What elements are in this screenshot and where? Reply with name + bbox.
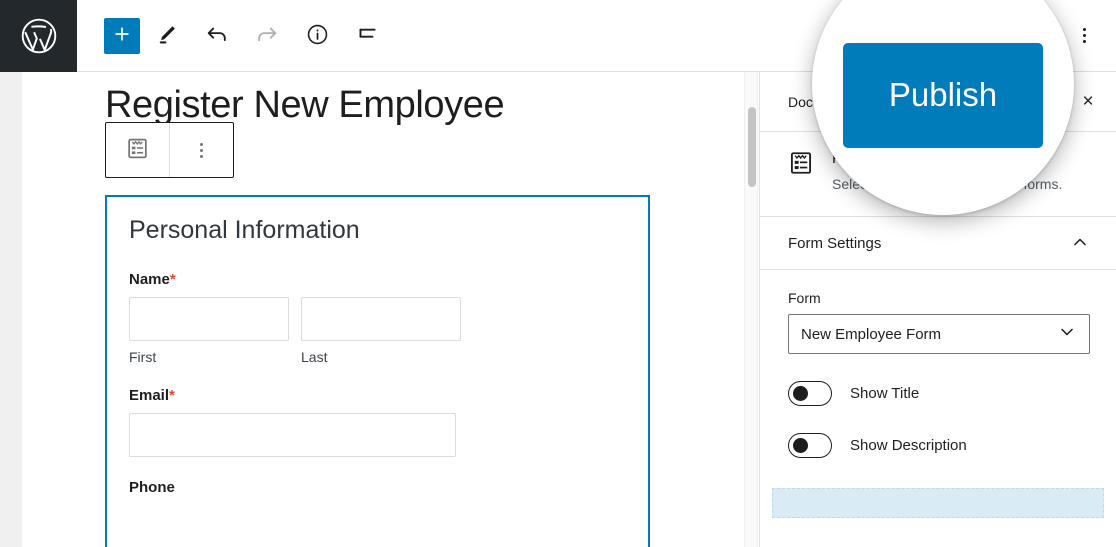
first-name-sublabel: First [129, 349, 157, 365]
form-field-email: Email* [129, 387, 626, 457]
form-block-icon [788, 150, 814, 194]
form-block-selected[interactable]: Personal Information Name* First Last Em… [105, 195, 650, 547]
last-name-sublabel: Last [301, 349, 328, 365]
undo-button[interactable] [194, 13, 240, 59]
form-select-label: Form [788, 290, 821, 307]
info-circle-icon [305, 22, 330, 50]
vertical-ellipsis-icon [200, 142, 203, 158]
more-options-button[interactable] [1066, 18, 1102, 54]
edit-mode-button[interactable] [144, 13, 190, 59]
chevron-down-icon [1057, 322, 1077, 347]
show-title-label: Show Title [850, 385, 920, 403]
name-first-group: First [129, 297, 289, 365]
form-field-name: Name* First Last [129, 271, 626, 365]
form-select[interactable]: New Employee Form [788, 314, 1090, 355]
editor-canvas: Register New Employee Personal Informati… [22, 72, 744, 547]
wordpress-block-editor: Save draft Publish Register New Employee [0, 0, 1116, 547]
last-name-input[interactable] [301, 297, 461, 341]
required-marker: * [169, 271, 176, 288]
show-description-row: Show Description [788, 433, 1090, 459]
block-options-button[interactable] [170, 123, 233, 177]
magnified-publish-button[interactable]: Publish [843, 42, 1043, 148]
list-view-button[interactable] [344, 13, 390, 59]
name-subfields-row: First Last [129, 297, 626, 365]
form-select-value: New Employee Form [801, 325, 942, 343]
redo-button[interactable] [244, 13, 290, 59]
wordpress-logo-icon [20, 17, 58, 55]
field-label: Name* [129, 271, 626, 288]
vertical-ellipsis-icon [1082, 34, 1086, 37]
show-title-row: Show Title [788, 381, 1090, 407]
vertical-ellipsis-icon [1082, 28, 1086, 31]
form-heading: Personal Information [129, 216, 360, 244]
form-block-icon [125, 136, 150, 164]
field-label-text: Phone [129, 479, 175, 496]
form-field-phone: Phone [129, 479, 626, 496]
show-title-toggle[interactable] [788, 381, 832, 407]
toggle-knob [793, 437, 808, 453]
form-settings-title: Form Settings [788, 234, 882, 252]
block-type-button[interactable] [106, 123, 169, 177]
vertical-ellipsis-icon [1082, 40, 1086, 43]
first-name-input[interactable] [129, 297, 289, 341]
required-marker: * [169, 387, 175, 404]
form-settings-body: Form New Employee Form Show Title Show D… [760, 270, 1116, 459]
field-label-text: Name [129, 271, 170, 288]
plus-icon [112, 24, 132, 47]
field-label: Phone [129, 479, 626, 496]
undo-arrow-icon [204, 21, 230, 50]
field-label: Email* [129, 387, 626, 404]
name-last-group: Last [301, 297, 461, 365]
chevron-up-icon [1070, 232, 1090, 255]
add-block-button[interactable] [104, 17, 140, 54]
pencil-icon [155, 22, 179, 49]
editor-scrollbar[interactable] [744, 72, 758, 547]
close-sidebar-button[interactable]: × [1072, 86, 1104, 118]
editor-scrollbar-thumb[interactable] [748, 107, 756, 187]
document-info-button[interactable] [294, 13, 340, 59]
list-view-icon [354, 21, 380, 50]
toggle-knob [793, 385, 808, 401]
field-label-text: Email [129, 387, 170, 404]
block-toolbar [105, 122, 234, 178]
show-description-label: Show Description [850, 437, 967, 455]
sidebar-notice-panel [772, 488, 1104, 519]
form-settings-section-header[interactable]: Form Settings [760, 217, 1116, 271]
show-description-toggle[interactable] [788, 433, 832, 459]
email-input[interactable] [129, 413, 456, 457]
wordpress-logo-button[interactable] [0, 0, 77, 72]
redo-arrow-icon [254, 21, 280, 50]
editor-left-gutter [0, 72, 22, 547]
editor-tools [104, 13, 390, 59]
